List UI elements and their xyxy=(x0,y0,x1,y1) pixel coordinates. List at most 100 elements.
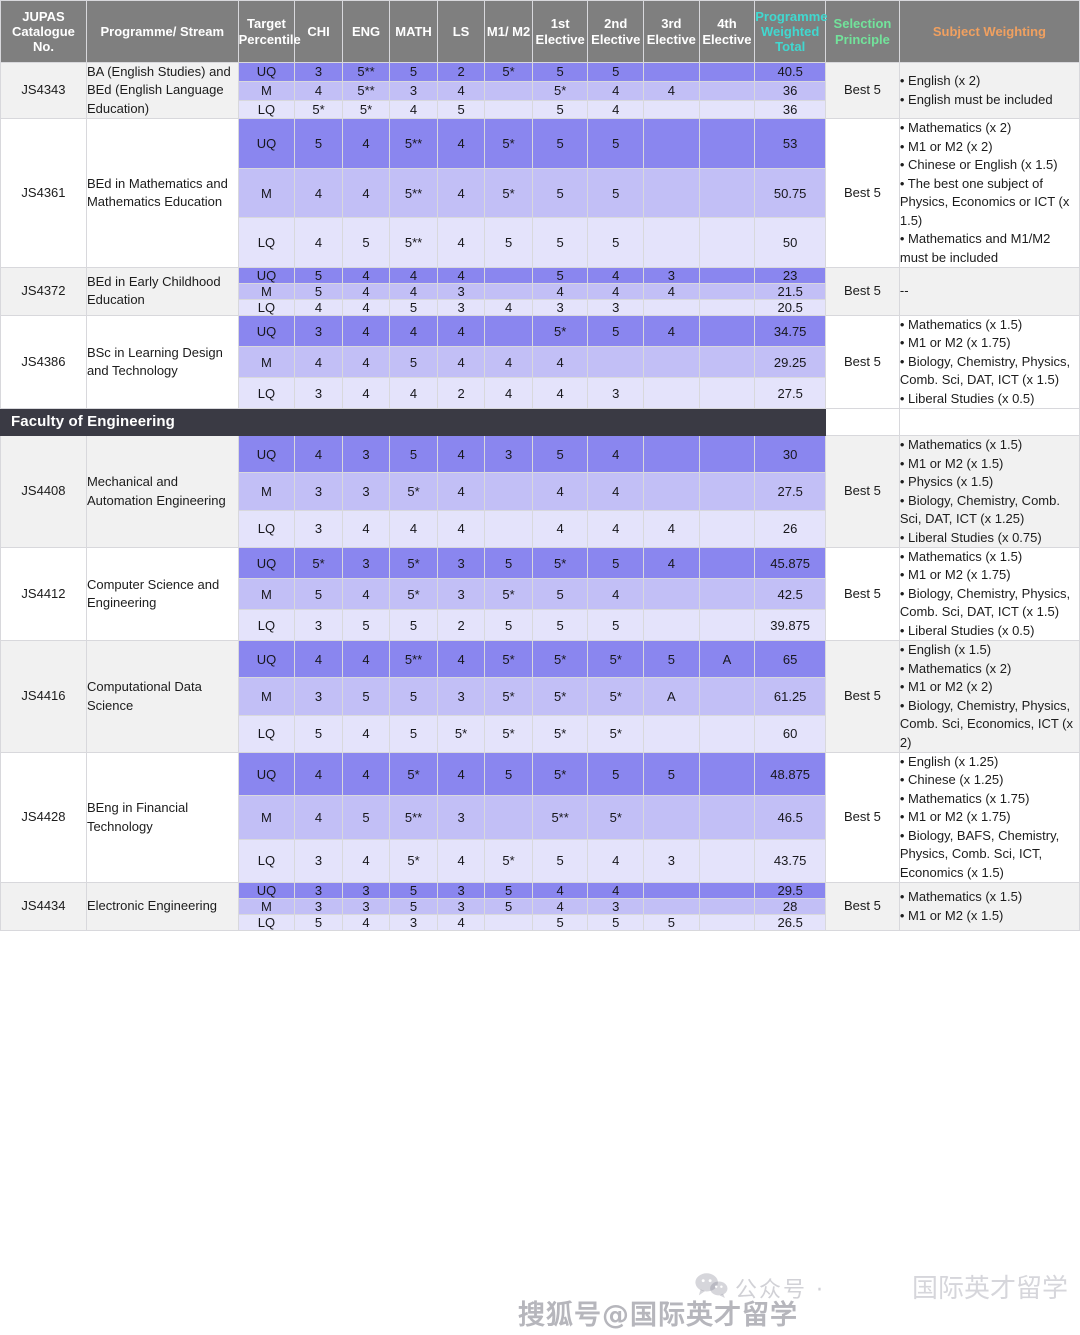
score-ls: 4 xyxy=(436,217,486,268)
score-e2: 4 xyxy=(587,80,645,101)
score-chi: 5 xyxy=(294,266,343,284)
score-chi: 5 xyxy=(294,714,343,753)
selection-principle: Best 5 xyxy=(825,546,900,642)
table-body: JS4343 BA (English Studies) and BEd (Engl… xyxy=(0,61,1080,932)
score-e4 xyxy=(698,314,756,348)
score-ls: 4 xyxy=(436,509,486,548)
jupas-catalogue-no: JS4343 xyxy=(0,61,87,120)
score-e1: 5 xyxy=(531,217,589,268)
score-e3 xyxy=(643,377,700,410)
score-e4 xyxy=(698,914,756,932)
score-m1m2 xyxy=(484,914,533,932)
score-ls: 4 xyxy=(436,80,486,101)
score-ls: 3 xyxy=(436,898,486,916)
score-math: 5* xyxy=(389,472,438,511)
score-m1m2: 5 xyxy=(484,217,533,268)
wechat-logo-icon xyxy=(695,1273,728,1298)
score-ls: 4 xyxy=(436,838,486,884)
table-row: JS4416 Computational Data Science UQ 4 4 5** 4… xyxy=(0,640,1080,753)
col-header-3rd-elective: 3rd Elective xyxy=(643,0,700,63)
score-e3 xyxy=(643,609,700,642)
subject-weighting-line: • M1 or M2 (x 2) xyxy=(899,138,993,154)
score-e3: 4 xyxy=(643,546,700,580)
subject-weighting-line: • Physics (x 1.5) xyxy=(899,474,994,490)
score-e3 xyxy=(643,298,700,316)
score-eng: 4 xyxy=(341,751,391,797)
score-eng: 4 xyxy=(341,640,391,679)
target-percentile-m: M xyxy=(237,677,296,716)
score-e2: 5 xyxy=(587,546,645,580)
subject-weighting-line: • M1 or M2 (x 2) xyxy=(899,679,993,695)
score-eng: 3 xyxy=(341,882,391,900)
jupas-catalogue-no: JS4412 xyxy=(0,546,87,642)
subject-weighting: • Mathematics (x 1.5) • M1 or M2 (x 1.75)… xyxy=(898,546,1080,642)
score-m1m2: 4 xyxy=(484,377,533,410)
score-e2 xyxy=(587,346,645,379)
programme-weighted-total: 27.5 xyxy=(754,472,827,511)
target-percentile-lq: LQ xyxy=(237,609,296,642)
score-e4 xyxy=(698,898,756,916)
target-percentile-m: M xyxy=(237,346,296,379)
subject-weighting-line: • M1 or M2 (x 1.5) xyxy=(899,907,1004,923)
programme-weighted-total: 53 xyxy=(754,118,827,169)
target-percentile-m: M xyxy=(237,282,296,300)
selection-principle: Best 5 xyxy=(825,118,900,268)
score-e4 xyxy=(698,677,756,716)
score-math: 5 xyxy=(389,609,438,642)
score-eng: 5** xyxy=(341,62,391,82)
score-e4 xyxy=(698,795,756,840)
score-e1: 5 xyxy=(531,914,589,932)
col-header-eng: ENG xyxy=(341,0,391,63)
score-eng: 4 xyxy=(341,167,391,219)
faculty-blank-selection xyxy=(825,408,900,437)
subject-weighting-line: -- xyxy=(899,283,909,299)
score-ls: 3 xyxy=(436,546,486,580)
score-e3: 5 xyxy=(643,751,700,797)
score-e1: 4 xyxy=(531,898,589,916)
score-ls: 4 xyxy=(436,346,486,379)
score-e3: 4 xyxy=(643,509,700,548)
score-ls: 4 xyxy=(436,472,486,511)
score-e4 xyxy=(698,578,756,611)
score-eng: 4 xyxy=(341,578,391,611)
score-chi: 5 xyxy=(294,118,343,169)
score-chi: 3 xyxy=(294,609,343,642)
programme-weighted-total: 45.875 xyxy=(754,546,827,580)
score-e1: 5 xyxy=(531,99,589,120)
score-e1: 5 xyxy=(531,578,589,611)
target-percentile-lq: LQ xyxy=(237,99,296,120)
score-ls: 3 xyxy=(436,882,486,900)
score-ls: 3 xyxy=(436,298,486,316)
score-ls: 3 xyxy=(436,677,486,716)
target-percentile-m: M xyxy=(237,472,296,511)
score-eng: 4 xyxy=(341,838,391,884)
programme-weighted-total: 26 xyxy=(754,509,827,548)
score-e3 xyxy=(643,118,700,169)
score-eng: 4 xyxy=(341,298,391,316)
score-e2: 5 xyxy=(587,314,645,348)
programme-weighted-total: 27.5 xyxy=(754,377,827,410)
score-eng: 3 xyxy=(341,472,391,511)
subject-weighting-line: • M1 or M2 (x 1.75) xyxy=(899,809,1011,825)
col-header-selection-principle: Selection Principle xyxy=(825,0,900,63)
score-e4 xyxy=(698,509,756,548)
subject-weighting-line: • Mathematics (x 1.5) xyxy=(899,437,1023,453)
score-m1m2: 5 xyxy=(484,546,533,580)
target-percentile-lq: LQ xyxy=(237,298,296,316)
subject-weighting: • Mathematics (x 1.5) • M1 or M2 (x 1.5) •… xyxy=(898,435,1080,548)
programme-weighted-total: 21.5 xyxy=(754,282,827,300)
score-chi: 4 xyxy=(294,640,343,679)
score-m1m2: 5* xyxy=(484,677,533,716)
subject-weighting-line: • English (x 1.5) xyxy=(899,642,992,658)
score-chi: 5 xyxy=(294,282,343,300)
table-wrapper: JUPAS Catalogue No. Programme/ Stream Ta… xyxy=(0,0,1080,1331)
score-m1m2: 5* xyxy=(484,838,533,884)
score-math: 3 xyxy=(389,80,438,101)
score-math: 5 xyxy=(389,298,438,316)
score-e3: 3 xyxy=(643,838,700,884)
programme-name: Computer Science and Engineering xyxy=(85,546,239,642)
score-m1m2 xyxy=(484,314,533,348)
score-m1m2: 4 xyxy=(484,346,533,379)
score-math: 5 xyxy=(389,882,438,900)
score-e3: 5 xyxy=(643,640,700,679)
